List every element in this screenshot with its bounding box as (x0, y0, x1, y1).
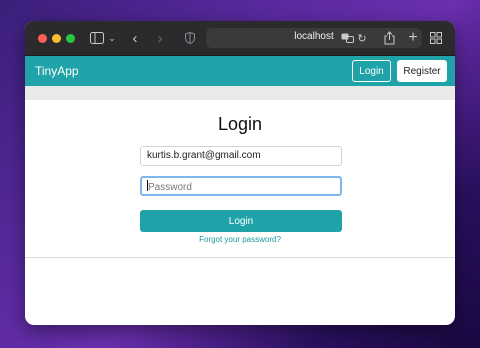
new-tab-icon[interactable]: + (406, 29, 420, 46)
close-window-button[interactable] (38, 34, 47, 43)
login-panel: Login kurtis.b.grant@gmail.com Password … (25, 100, 455, 258)
maximize-window-button[interactable] (66, 34, 75, 43)
shield-icon[interactable] (184, 30, 196, 46)
forgot-password-link[interactable]: Forgot your password? (25, 235, 455, 244)
nav-register-button[interactable]: Register (397, 60, 447, 82)
login-submit-button[interactable]: Login (140, 210, 342, 232)
share-icon[interactable] (382, 30, 396, 46)
browser-window: ⌄ ‹ › localhost ↻ + TinyApp Login Regist… (25, 21, 455, 325)
sidebar-icon[interactable] (89, 30, 105, 46)
reload-icon[interactable]: ↻ (356, 30, 368, 46)
app-navbar: TinyApp Login Register (25, 56, 455, 86)
password-placeholder: Password (148, 182, 192, 193)
nav-login-button[interactable]: Login (352, 60, 391, 82)
chevron-down-icon[interactable]: ⌄ (107, 30, 117, 46)
brand-link[interactable]: TinyApp (35, 64, 79, 78)
password-field[interactable]: Password (140, 176, 342, 196)
email-value: kurtis.b.grant@gmail.com (147, 150, 261, 161)
translate-icon[interactable] (340, 30, 354, 46)
subheader-bar (25, 86, 455, 100)
email-field[interactable]: kurtis.b.grant@gmail.com (140, 146, 342, 166)
tab-overview-icon[interactable] (429, 30, 443, 46)
forward-arrow-icon[interactable]: › (153, 30, 167, 47)
page-title: Login (217, 114, 263, 134)
minimize-window-button[interactable] (52, 34, 61, 43)
browser-toolbar: ⌄ ‹ › localhost ↻ + (25, 21, 455, 56)
back-arrow-icon[interactable]: ‹ (128, 30, 142, 47)
